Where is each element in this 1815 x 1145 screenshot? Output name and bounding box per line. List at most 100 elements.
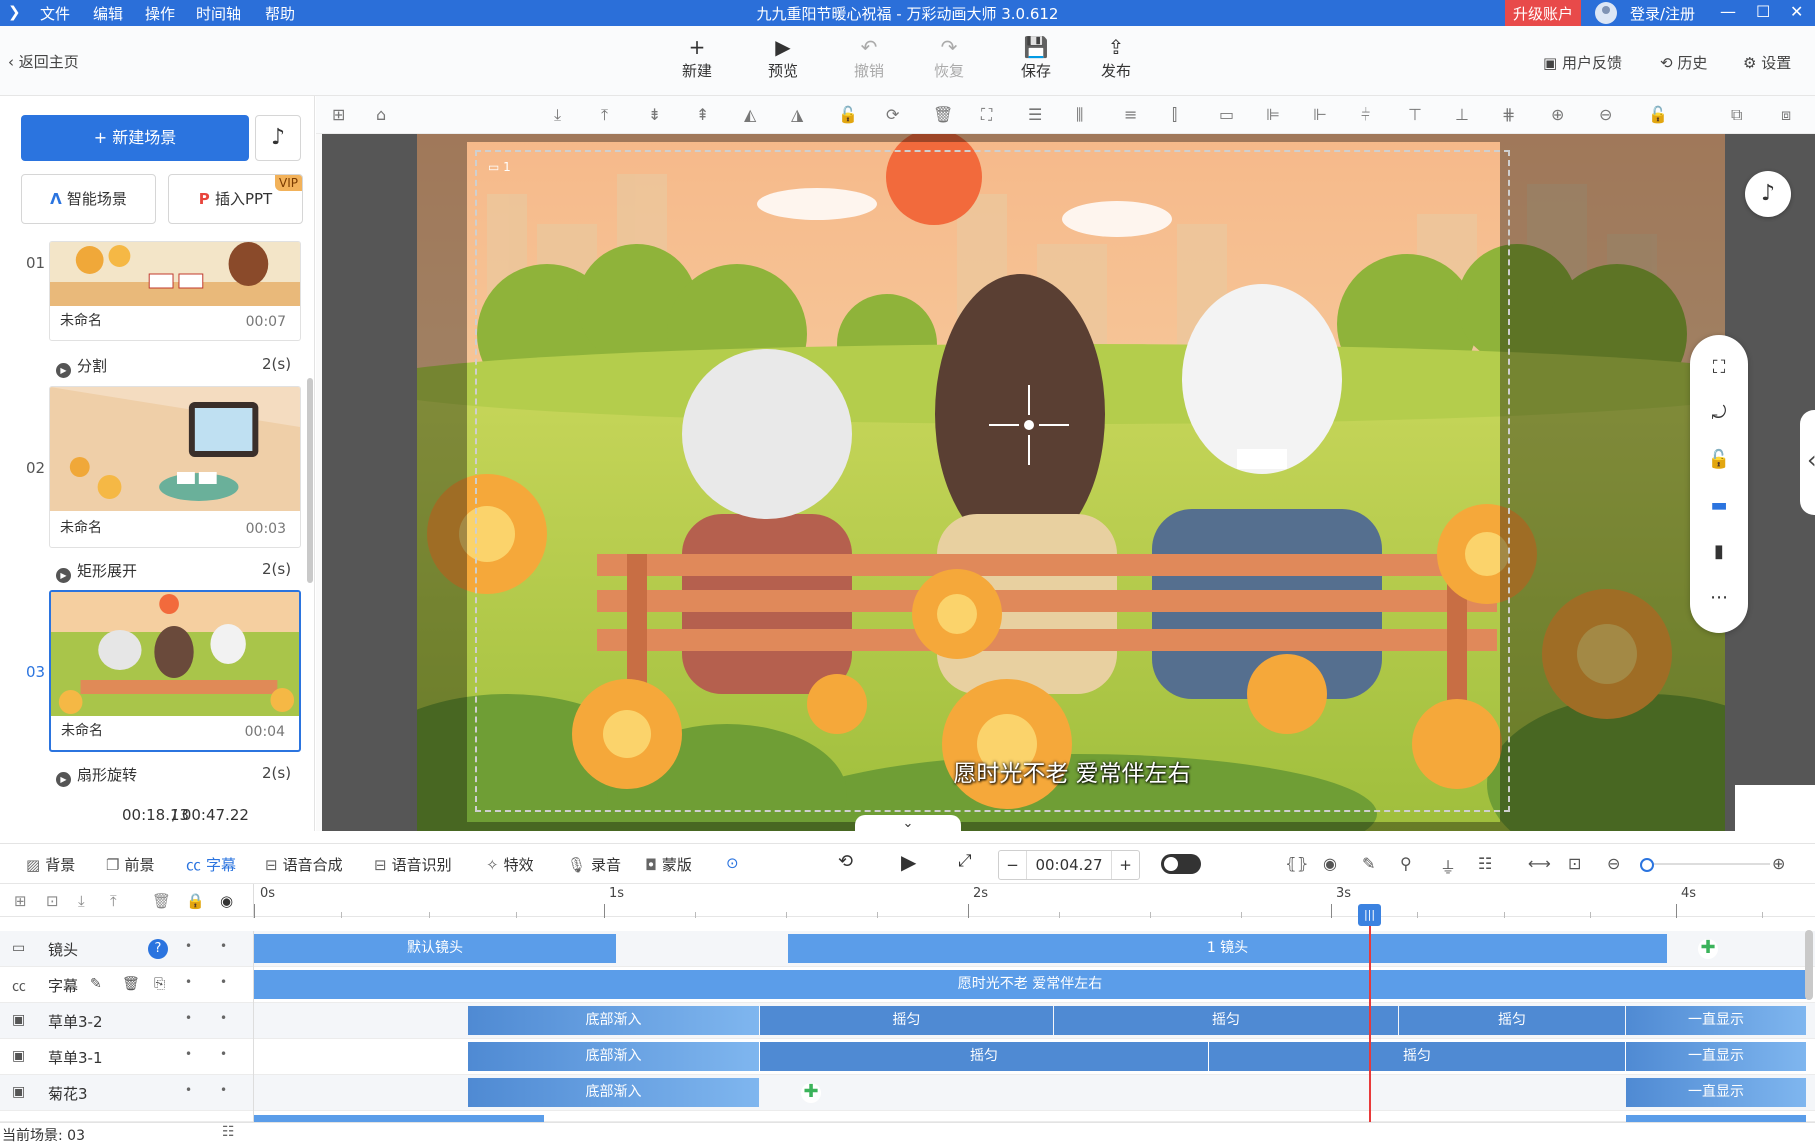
- timeline-block[interactable]: 底部渐入: [468, 1042, 759, 1071]
- timeline-block[interactable]: 1 镜头: [788, 934, 1667, 963]
- rewind-icon[interactable]: ⟲: [838, 851, 853, 872]
- feedback-link[interactable]: ▣ 用户反馈: [1543, 52, 1622, 73]
- track-lane[interactable]: 默认镜头 1 镜头 ✚: [253, 931, 1815, 967]
- distribute-h-icon[interactable]: ⊩: [1313, 105, 1327, 124]
- home-icon[interactable]: ⌂: [376, 105, 386, 124]
- timeline-block[interactable]: 摇匀: [1209, 1042, 1625, 1071]
- move-down-icon[interactable]: ⇟: [648, 105, 661, 124]
- chevron-down-icon[interactable]: ⌄: [855, 815, 961, 831]
- timeline-block[interactable]: 摇匀: [1399, 1006, 1625, 1035]
- maximize-button[interactable]: ☐: [1756, 2, 1770, 21]
- tab-foreground[interactable]: ❐ 前景: [106, 854, 154, 875]
- toggle-switch[interactable]: [1161, 854, 1201, 874]
- space-h-icon[interactable]: ⊤: [1408, 105, 1422, 124]
- music-note-icon[interactable]: ♪: [1745, 171, 1791, 217]
- dot-icon[interactable]: •: [185, 1011, 192, 1025]
- timeline-block[interactable]: 一直显示: [1626, 1078, 1806, 1107]
- timeline-block[interactable]: 一直显示: [1626, 1006, 1806, 1035]
- align-center-icon[interactable]: ⫼: [1076, 105, 1083, 125]
- rotate-icon[interactable]: ⟳: [886, 105, 899, 124]
- dot-icon[interactable]: •: [220, 939, 227, 953]
- trash-icon[interactable]: 🗑: [152, 892, 171, 910]
- more-icon[interactable]: ⋯: [1707, 587, 1731, 608]
- tab-tts[interactable]: ⊟ 语音合成: [265, 854, 343, 875]
- timeline-block[interactable]: 一直显示: [1626, 1042, 1806, 1071]
- login-link[interactable]: 登录/注册: [1630, 3, 1695, 24]
- back-home-link[interactable]: ‹ 返回主页: [8, 51, 79, 72]
- one-to-one-icon[interactable]: ⊡: [1568, 854, 1581, 873]
- fullscreen-icon[interactable]: ⤢: [958, 851, 972, 871]
- tab-background[interactable]: ▨ 背景: [26, 854, 75, 875]
- history-link[interactable]: ⟲ 历史: [1660, 52, 1707, 73]
- ruler-icon[interactable]: ⊞: [332, 105, 345, 124]
- track-grass-3-2[interactable]: ▣ 草单3-2 • • 底部渐入 摇匀 摇匀 摇匀 一直显示: [0, 1003, 1815, 1039]
- close-button[interactable]: ✕: [1790, 2, 1803, 21]
- timeline-block[interactable]: 默认镜头: [254, 934, 616, 963]
- dot-icon[interactable]: •: [185, 1047, 192, 1061]
- tab-subtitle[interactable]: ㏄字幕: [186, 854, 236, 875]
- align-left-icon[interactable]: ☰: [1028, 105, 1042, 124]
- center-icon[interactable]: ⋕: [1502, 105, 1515, 124]
- time-minus-button[interactable]: −: [999, 851, 1027, 879]
- edit-icon[interactable]: ✎: [1362, 854, 1375, 873]
- distribute-v-icon[interactable]: ⫩: [1361, 105, 1370, 125]
- track-lane[interactable]: 底部渐入 摇匀 摇匀 一直显示: [253, 1039, 1815, 1075]
- lock-icon[interactable]: 🔓: [1707, 449, 1731, 470]
- adjust-icon[interactable]: ☷: [1478, 854, 1492, 873]
- zoom-slider[interactable]: [1640, 858, 1770, 872]
- scene-card-02[interactable]: 未命名 00:03: [49, 386, 301, 548]
- paste-icon[interactable]: ⧈: [1781, 105, 1791, 125]
- scene-list-icon[interactable]: ☷: [222, 1124, 235, 1140]
- track-subtitle[interactable]: ㏄ 字幕 ✎ 🗑 ⎘ • • 愿时光不老 爱常伴左右: [0, 967, 1815, 1003]
- zoom-out-icon[interactable]: ⊖: [1607, 854, 1620, 873]
- camera-icon[interactable]: ◉: [1323, 854, 1337, 873]
- timeline-scrollbar[interactable]: [1805, 930, 1813, 1000]
- insert-ppt-button[interactable]: P 插入PPT VIP: [168, 174, 303, 224]
- minimize-button[interactable]: —: [1720, 2, 1736, 21]
- scene-canvas[interactable]: [417, 134, 1725, 831]
- canvas-stage[interactable]: ▭ 1 愿时光不老 爱常伴左右: [322, 134, 1815, 831]
- timeline-block[interactable]: 底部渐入: [468, 1006, 759, 1035]
- lock-icon[interactable]: 🔒: [186, 892, 205, 910]
- zoom-in-icon[interactable]: ⊕: [1772, 854, 1785, 873]
- track-grass-3-1[interactable]: ▣ 草单3-1 • • 底部渐入 摇匀 摇匀 一直显示: [0, 1039, 1815, 1075]
- track-partial[interactable]: [0, 1111, 1815, 1122]
- subtitle-caption[interactable]: 愿时光不老 爱常伴左右: [822, 754, 1322, 788]
- smart-scene-button[interactable]: Λ 智能场景: [21, 174, 156, 224]
- tab-mask[interactable]: ◘ 蒙版: [645, 854, 692, 875]
- undo-button[interactable]: ↶ 撤销: [839, 34, 899, 81]
- avatar-icon[interactable]: [1595, 2, 1617, 24]
- settings-link[interactable]: ⚙ 设置: [1743, 52, 1791, 73]
- track-lane[interactable]: 底部渐入 ✚ 一直显示: [253, 1075, 1815, 1111]
- track-lane[interactable]: 底部渐入 摇匀 摇匀 摇匀 一直显示: [253, 1003, 1815, 1039]
- timeline-block[interactable]: [254, 1115, 544, 1122]
- playhead-line[interactable]: [1369, 905, 1371, 1122]
- tab-effects[interactable]: ✧ 特效: [486, 854, 534, 875]
- timeline-block[interactable]: 愿时光不老 爱常伴左右: [254, 970, 1806, 999]
- timeline-block[interactable]: 底部渐入: [468, 1078, 759, 1107]
- folder-icon[interactable]: ⊡: [46, 892, 59, 910]
- dot-icon[interactable]: •: [220, 1011, 227, 1025]
- zoom-out-icon[interactable]: ⊖: [1599, 105, 1612, 124]
- portrait-screen-icon[interactable]: ▮: [1707, 541, 1731, 562]
- timeline-block[interactable]: 摇匀: [760, 1042, 1208, 1071]
- dot-icon[interactable]: •: [185, 939, 192, 953]
- align-right-icon[interactable]: ≡: [1124, 105, 1137, 124]
- time-stepper[interactable]: − 00:04.27 +: [998, 850, 1140, 880]
- track-lane[interactable]: [253, 1111, 1815, 1122]
- space-v-icon[interactable]: ⊥: [1455, 105, 1469, 124]
- landscape-screen-icon[interactable]: ▬: [1707, 495, 1731, 516]
- add-keyframe-icon[interactable]: ✚: [1698, 939, 1718, 959]
- redo-button[interactable]: ↷ 恢复: [919, 34, 979, 81]
- transition-item[interactable]: ▶ 矩形展开 2(s): [56, 560, 291, 583]
- minimap-thumbnail[interactable]: [1735, 785, 1815, 831]
- rotate-device-icon[interactable]: ⤾: [1707, 403, 1731, 424]
- add-keyframe-icon[interactable]: ✚: [801, 1083, 821, 1103]
- add-folder-icon[interactable]: ⊞: [14, 892, 27, 910]
- timeline-block[interactable]: 摇匀: [1054, 1006, 1398, 1035]
- new-button[interactable]: + 新建: [667, 34, 727, 81]
- align-top-icon[interactable]: ⫿: [1172, 105, 1177, 125]
- lock-icon[interactable]: 🔓: [838, 105, 858, 124]
- dot-icon[interactable]: •: [185, 1083, 192, 1097]
- bracket-icon[interactable]: ⦃⦄: [1285, 854, 1308, 873]
